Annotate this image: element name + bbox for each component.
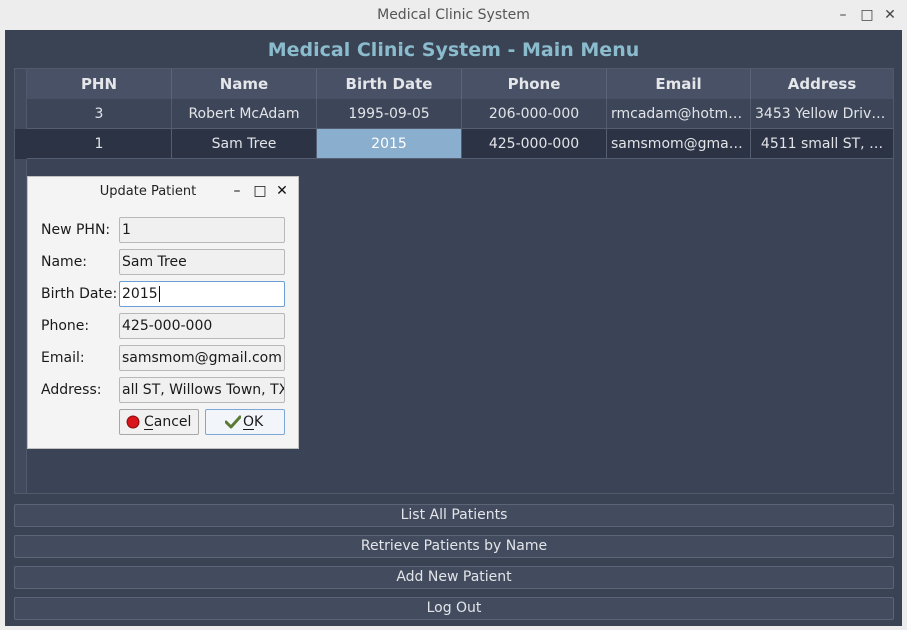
cancel-button[interactable]: Cancel [119,409,199,435]
cancel-label: Cancel [144,414,192,430]
ok-label: OK [243,414,264,430]
table-cell[interactable]: 4511 small ST, … [751,129,893,159]
birth-date-value: 2015 [122,286,158,302]
address-field[interactable]: all ST, Willows Town, TX [119,377,285,403]
maximize-icon[interactable]: □ [251,182,269,200]
mnemonic-underline [144,429,153,430]
name-field[interactable]: Sam Tree [119,249,285,275]
checkmark-icon [225,415,241,429]
table-cell[interactable]: rmcadam@hotma… [607,99,751,129]
table-cell-selected[interactable]: 2015 [317,129,462,159]
table-cell[interactable]: samsmom@gmail… [607,129,751,159]
phn-label: New PHN: [41,222,111,238]
email-field[interactable]: samsmom@gmail.com [119,345,285,371]
table-cell[interactable]: 3453 Yellow Drive… [751,99,893,129]
update-patient-dialog: Update Patient – □ ✕ New PHN: 1 Name: Sa… [27,176,299,449]
table-cell[interactable]: 425-000-000 [462,129,607,159]
close-icon[interactable]: ✕ [273,182,291,200]
column-header-birth-date[interactable]: Birth Date [317,69,462,99]
page-title: Medical Clinic System - Main Menu [267,39,640,61]
column-header-email[interactable]: Email [607,69,751,99]
table-cell[interactable]: Robert McAdam [172,99,317,129]
add-new-patient-button[interactable]: Add New Patient [14,566,894,589]
list-all-patients-button[interactable]: List All Patients [14,504,894,527]
name-label: Name: [41,254,88,270]
table-cell[interactable]: 206-000-000 [462,99,607,129]
address-label: Address: [41,382,102,398]
minimize-icon[interactable]: – [228,182,246,200]
red-circle-icon [126,415,140,429]
phone-label: Phone: [41,318,90,334]
table-cell[interactable]: 1 [27,129,172,159]
row-header-column [15,69,27,493]
row-header-selected[interactable] [15,129,27,159]
column-header-phone[interactable]: Phone [462,69,607,99]
maximize-icon[interactable]: □ [857,5,877,25]
phn-field[interactable]: 1 [119,217,285,243]
table-cell[interactable]: 3 [27,99,172,129]
phone-field[interactable]: 425-000-000 [119,313,285,339]
birth-date-field[interactable]: 2015 [119,281,285,307]
column-header-address[interactable]: Address [751,69,893,99]
close-icon[interactable]: ✕ [880,5,900,25]
text-caret [158,286,160,302]
ok-button[interactable]: OK [205,409,285,435]
minimize-icon[interactable]: – [833,5,853,25]
retrieve-patients-button[interactable]: Retrieve Patients by Name [14,535,894,558]
birth-date-label: Birth Date: [41,286,118,302]
mnemonic-underline [243,429,254,430]
log-out-button[interactable]: Log Out [14,597,894,620]
table-cell[interactable]: 1995-09-05 [317,99,462,129]
window-title: Medical Clinic System [377,7,530,23]
table-cell[interactable]: Sam Tree [172,129,317,159]
column-header-phn[interactable]: PHN [27,69,172,99]
window-titlebar: Medical Clinic System – □ ✕ [0,0,907,30]
column-header-name[interactable]: Name [172,69,317,99]
email-label: Email: [41,350,85,366]
